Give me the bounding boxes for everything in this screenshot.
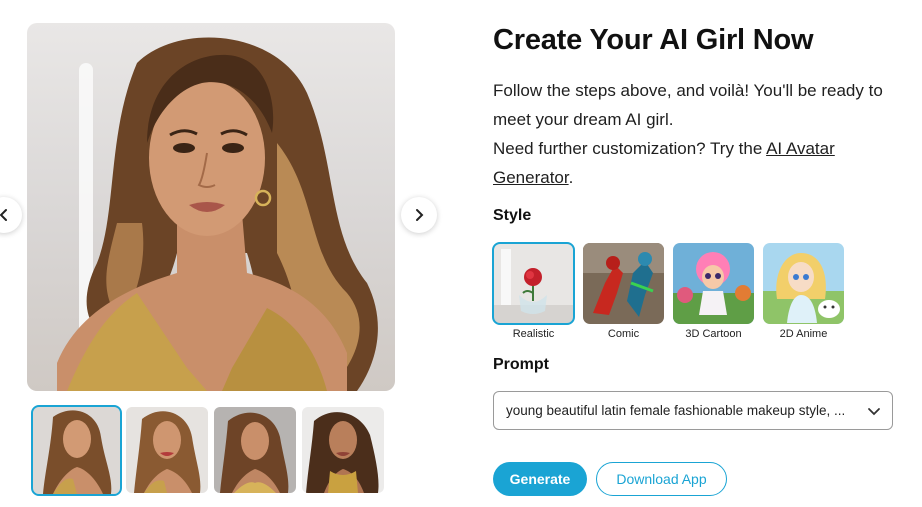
style-option-label: 3D Cartoon <box>685 328 742 340</box>
style-option-comic[interactable]: Comic <box>583 243 664 340</box>
style-option-2d-anime[interactable]: 2D Anime <box>763 243 844 340</box>
description-line-2-prefix: Need further customization? Try the <box>493 139 767 158</box>
chevron-right-icon <box>416 209 424 221</box>
style-label: Style <box>493 207 532 224</box>
generate-button[interactable]: Generate <box>493 462 587 496</box>
chevron-left-icon <box>0 209 7 221</box>
portrait-illustration <box>57 37 378 391</box>
description-line-1: Follow the steps above, and voilà! You'l… <box>493 81 883 129</box>
realistic-style-image <box>492 242 575 325</box>
chevron-down-icon <box>868 407 880 415</box>
description-line-2-suffix: . <box>568 168 574 187</box>
prompt-label: Prompt <box>493 356 549 373</box>
prev-image-button[interactable] <box>0 197 22 233</box>
style-options: Realistic Comic 3D Cartoon 2D Anime <box>492 242 844 340</box>
image-gallery <box>0 0 440 507</box>
page-title: Create Your AI Girl Now <box>493 24 814 56</box>
thumbnail-2[interactable] <box>126 407 208 493</box>
style-option-realistic[interactable]: Realistic <box>492 242 575 340</box>
next-image-button[interactable] <box>401 197 437 233</box>
description: Follow the steps above, and voilà! You'l… <box>493 76 898 192</box>
prompt-dropdown[interactable]: young beautiful latin female fashionable… <box>493 391 893 430</box>
thumbnail-1[interactable] <box>31 405 122 496</box>
main-preview-image <box>27 23 395 391</box>
thumbnail-3[interactable] <box>214 407 296 493</box>
thumbnail-4[interactable] <box>302 407 384 493</box>
comic-style-image <box>583 243 664 324</box>
style-option-label: Comic <box>607 328 640 340</box>
3d-cartoon-style-image <box>673 243 754 324</box>
style-option-3d-cartoon[interactable]: 3D Cartoon <box>673 243 754 340</box>
style-option-label: Realistic <box>512 328 555 340</box>
download-app-button[interactable]: Download App <box>596 462 727 496</box>
thumbnail-strip <box>31 405 384 496</box>
2d-anime-style-image <box>763 243 844 324</box>
style-option-label: 2D Anime <box>779 328 828 340</box>
prompt-value: young beautiful latin female fashionable… <box>506 403 846 418</box>
